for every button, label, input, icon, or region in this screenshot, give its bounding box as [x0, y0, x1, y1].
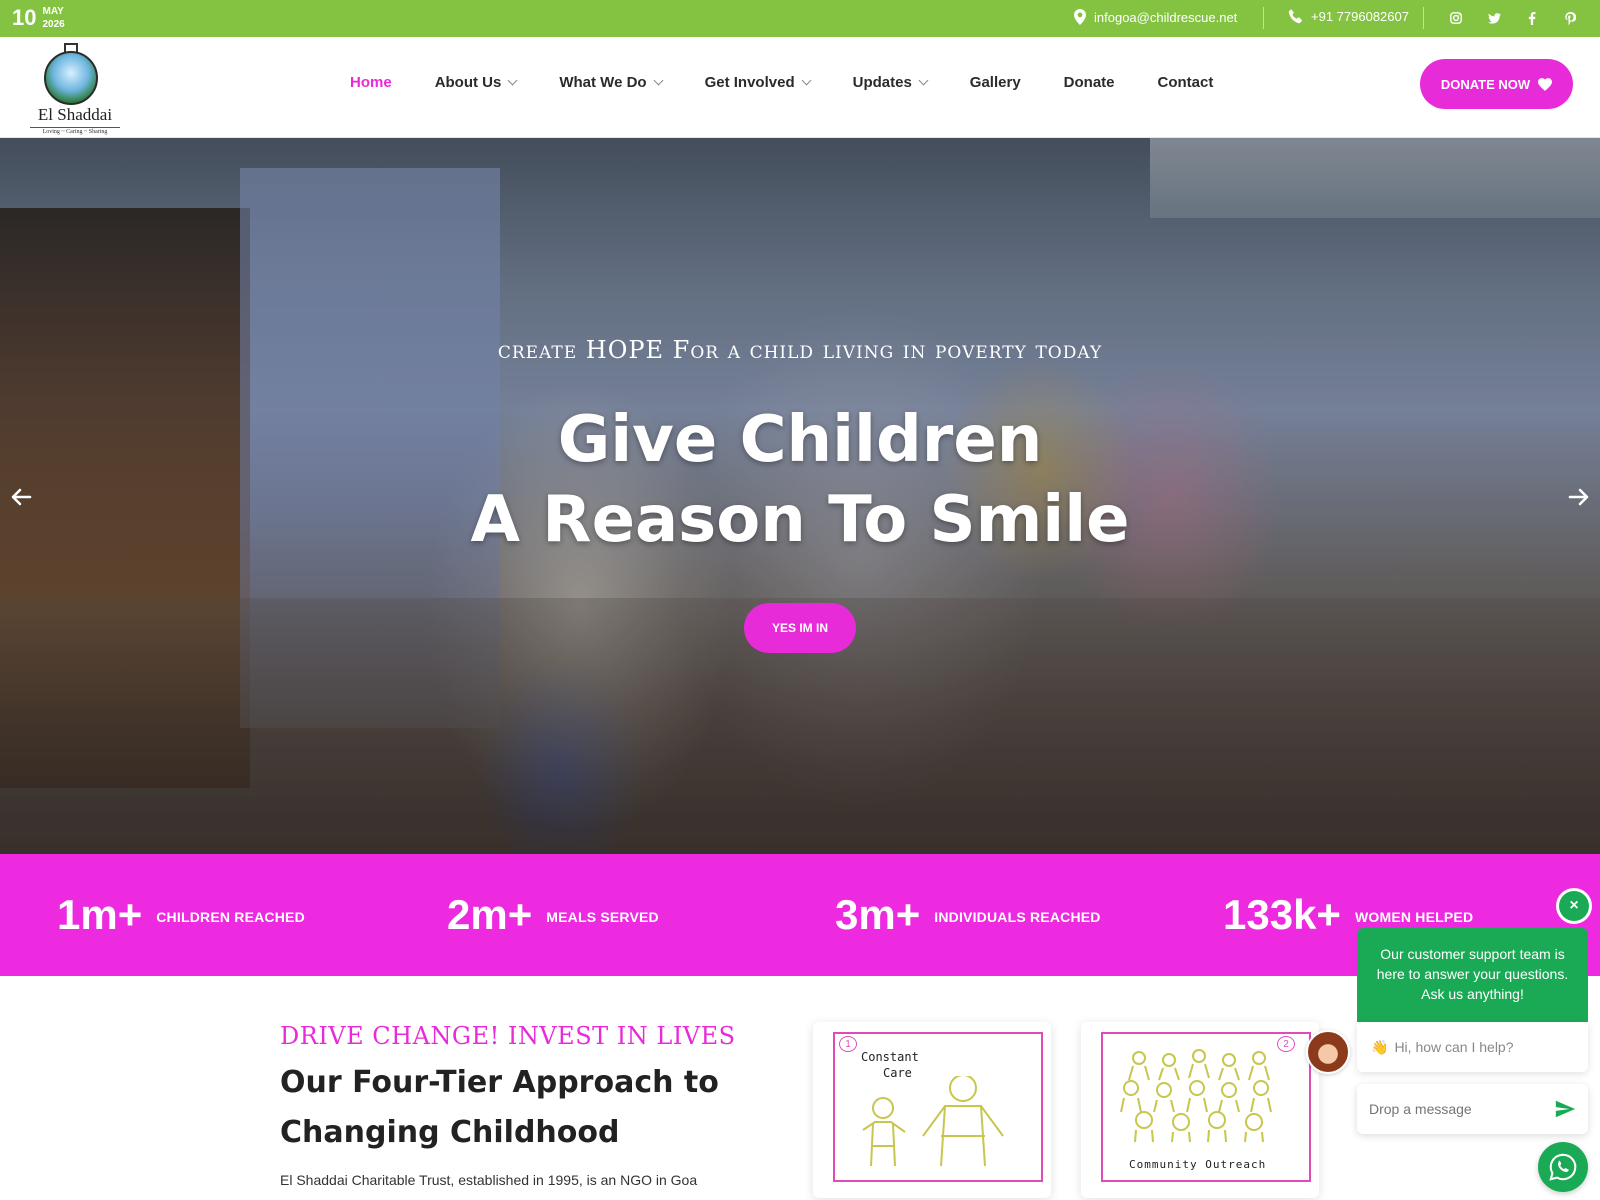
site-logo[interactable]: El Shaddai Loving ~ Caring ~ Sharing: [28, 43, 120, 135]
nav-item-updates[interactable]: Updates: [852, 74, 929, 91]
donate-now-label: DONATE NOW: [1440, 76, 1531, 92]
hero-eyebrow: create HOPE For a child living in povert…: [497, 336, 1103, 364]
logo-name: El Shaddai: [37, 105, 113, 124]
hero-title: Give Children A Reason To Smile: [0, 400, 1600, 560]
stat-item: 3m+ INDIVIDUALS REACHED: [835, 892, 1101, 938]
whatsapp-icon: [1549, 1153, 1577, 1181]
yes-im-in-button[interactable]: YES IM IN: [744, 603, 856, 653]
facebook-icon[interactable]: [1524, 8, 1540, 28]
date-month-year: MAY 2026: [42, 5, 64, 31]
card-caption-word: Outreach: [1205, 1158, 1267, 1171]
send-icon[interactable]: [1554, 1098, 1576, 1120]
card-caption-line: Constant: [861, 1050, 919, 1064]
donate-now-button[interactable]: DONATE NOW: [1420, 59, 1573, 109]
nav-item-about-us[interactable]: About Us: [434, 74, 518, 91]
nav-item-label: About Us: [434, 74, 502, 91]
chat-message-input-box[interactable]: [1357, 1084, 1588, 1134]
hero-title-line-2: A Reason To Smile: [470, 483, 1130, 557]
nav-item-label: What We Do: [559, 74, 647, 91]
chevron-down-icon: [918, 75, 929, 86]
main-nav: Home About Us What We Do Get Involved Update…: [350, 74, 1256, 91]
stat-item: 1m+ CHILDREN REACHED: [57, 892, 305, 938]
email-text: infogoa@childrescue.net: [1094, 9, 1238, 25]
arrow-left-icon[interactable]: [10, 486, 32, 508]
arrow-right-icon[interactable]: [1568, 486, 1590, 508]
chat-close-button[interactable]: ×: [1559, 891, 1589, 921]
nav-item-label: Home: [350, 74, 392, 91]
card-caption-line: Community Outreach: [1129, 1158, 1266, 1171]
nav-item-home[interactable]: Home: [350, 74, 392, 91]
nav-item-label: Contact: [1157, 74, 1214, 91]
section-eyebrow: DRIVE CHANGE! INVEST IN LIVES: [280, 1022, 736, 1050]
top-bar: 10 MAY 2026 infogoa@childrescue.net +91 …: [0, 0, 1600, 37]
approach-card[interactable]: 1 Constant Care: [813, 1022, 1051, 1198]
hero-slider: create HOPE For a child living in povert…: [0, 138, 1600, 854]
crowd-illustration: [1120, 1049, 1272, 1143]
location-pin-icon: [1074, 9, 1086, 25]
stat-label: INDIVIDUALS REACHED: [934, 909, 1101, 925]
nav-item-get-involved[interactable]: Get Involved: [704, 74, 812, 91]
stat-value: 2m+: [447, 891, 533, 938]
stat-label: MEALS SERVED: [546, 909, 659, 925]
site-header: El Shaddai Loving ~ Caring ~ Sharing Hom…: [0, 37, 1600, 138]
waving-hand-icon: 👋: [1371, 1038, 1389, 1055]
date-day: 10: [12, 5, 37, 30]
phone-icon: [1288, 9, 1302, 24]
chat-greeting-message: 👋 Hi, how can I help?: [1357, 1022, 1588, 1072]
nav-item-donate[interactable]: Donate: [1064, 74, 1115, 91]
twitter-icon[interactable]: [1486, 8, 1502, 28]
stat-value: 3m+: [835, 891, 921, 938]
section-body: El Shaddai Charitable Trust, established…: [280, 1172, 698, 1188]
contact-email[interactable]: infogoa@childrescue.net: [1074, 9, 1237, 25]
section-title: Our Four-Tier Approach to Changing Child…: [280, 1065, 719, 1150]
topbar-divider: [1423, 7, 1424, 29]
chat-greeting-text: Hi, how can I help?: [1394, 1039, 1514, 1055]
nav-item-label: Get Involved: [704, 74, 795, 91]
date-block: 10 MAY 2026: [12, 4, 65, 32]
contact-phone[interactable]: +91 7796082607: [1288, 9, 1409, 24]
whatsapp-button[interactable]: [1538, 1142, 1588, 1192]
stat-item: 2m+ MEALS SERVED: [447, 892, 659, 938]
pinterest-icon[interactable]: [1562, 8, 1578, 28]
social-links: [1448, 8, 1578, 28]
support-agent-avatar: [1306, 1030, 1350, 1074]
nav-item-gallery[interactable]: Gallery: [970, 74, 1021, 91]
chat-intro-bubble: Our customer support team is here to ans…: [1357, 928, 1588, 1022]
logo-tagline: Loving ~ Caring ~ Sharing: [30, 127, 120, 135]
logo-emblem: [44, 51, 98, 105]
stat-label: CHILDREN REACHED: [156, 909, 305, 925]
date-month: MAY: [42, 6, 64, 17]
chevron-down-icon: [801, 75, 812, 86]
instagram-icon[interactable]: [1448, 8, 1464, 28]
people-illustration: [862, 1076, 1004, 1167]
approach-card[interactable]: 2 Community Outreach: [1081, 1022, 1319, 1198]
hero-title-line-1: Give Children: [557, 403, 1043, 477]
stat-value: 133k+: [1223, 891, 1341, 938]
chevron-down-icon: [507, 75, 518, 86]
stat-value: 1m+: [57, 891, 143, 938]
nav-item-label: Updates: [852, 74, 912, 91]
heart-icon: [1538, 77, 1553, 91]
chat-message-input[interactable]: [1369, 1101, 1539, 1117]
card-number: 1: [839, 1036, 857, 1052]
chevron-down-icon: [653, 75, 664, 86]
card-caption-word: Community: [1129, 1158, 1198, 1171]
nav-item-contact[interactable]: Contact: [1158, 74, 1214, 91]
nav-item-what-we-do[interactable]: What We Do: [559, 74, 664, 91]
topbar-divider: [1263, 7, 1264, 29]
phone-text: +91 7796082607: [1311, 9, 1409, 24]
stat-label: WOMEN HELPED: [1354, 909, 1474, 925]
date-year: 2026: [42, 19, 65, 30]
nav-item-label: Donate: [1063, 74, 1115, 91]
nav-item-label: Gallery: [969, 74, 1021, 91]
